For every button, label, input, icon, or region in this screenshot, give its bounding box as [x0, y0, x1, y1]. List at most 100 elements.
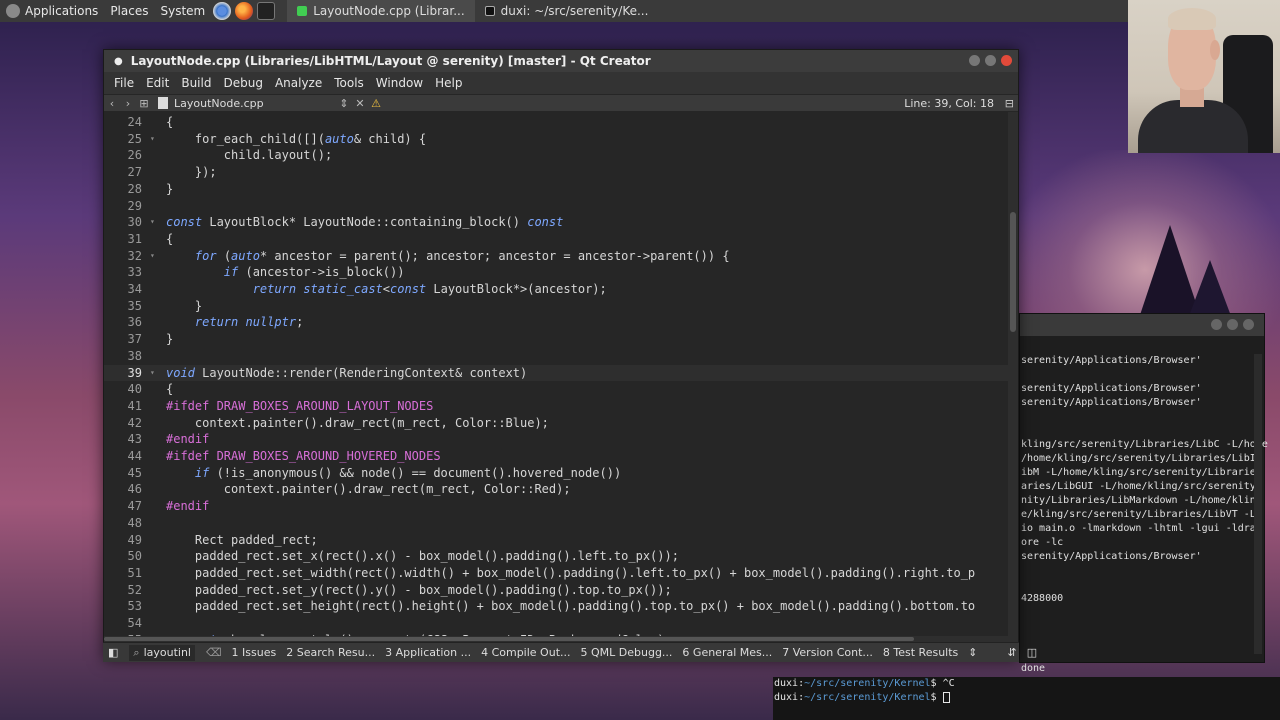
tab-version-control[interactable]: 7 Version Cont...	[777, 646, 878, 659]
editor-toolbar: ‹ › ⊞ LayoutNode.cpp ⇕ ✕ ⚠ Line: 39, Col…	[104, 94, 1018, 112]
cursor-position[interactable]: Line: 39, Col: 18	[904, 97, 994, 110]
menu-build[interactable]: Build	[175, 76, 217, 90]
tab-issues[interactable]: 1 Issues	[227, 646, 282, 659]
code-line[interactable]: 40 {	[104, 381, 1018, 398]
maximize-icon[interactable]	[985, 55, 996, 66]
code-line[interactable]: 46 context.painter().draw_rect(m_rect, C…	[104, 481, 1018, 498]
close-icon[interactable]	[1001, 55, 1012, 66]
code-line[interactable]: 52 padded_rect.set_y(rect().y() - box_mo…	[104, 582, 1018, 599]
close-file-icon[interactable]: ✕	[352, 97, 368, 110]
forward-icon[interactable]: ›	[120, 97, 136, 110]
code-text: {	[166, 115, 174, 129]
terminal-line: 4288000	[1021, 593, 1064, 604]
firefox-launcher-icon[interactable]	[235, 2, 254, 20]
chromium-launcher-icon[interactable]	[213, 2, 232, 20]
code-line[interactable]: 51 padded_rect.set_width(rect().width() …	[104, 565, 1018, 582]
tab-qml-debugger[interactable]: 5 QML Debugg...	[576, 646, 678, 659]
split-editor-icon[interactable]: ⊟	[1005, 97, 1014, 110]
code-line[interactable]: 41 #ifdef DRAW_BOXES_AROUND_LAYOUT_NODES	[104, 398, 1018, 415]
qt-creator-window[interactable]: ● LayoutNode.cpp (Libraries/LibHTML/Layo…	[103, 49, 1019, 661]
maximize-pane-icon[interactable]: ⇵	[1002, 646, 1021, 659]
code-line[interactable]: 30 ▾ const LayoutBlock* LayoutNode::contai…	[104, 214, 1018, 231]
close-pane-icon[interactable]: ◫	[1022, 646, 1042, 659]
more-tabs-icon[interactable]: ⇕	[963, 646, 982, 659]
fold-marker-icon[interactable]: ▾	[150, 131, 155, 148]
warning-icon[interactable]: ⚠	[368, 97, 384, 110]
code-line[interactable]: 31 {	[104, 231, 1018, 248]
code-line[interactable]: 48	[104, 515, 1018, 532]
menu-file[interactable]: File	[108, 76, 140, 90]
close-icon[interactable]	[1243, 319, 1254, 330]
fold-marker-icon[interactable]: ▾	[150, 214, 155, 231]
terminal-scrollbar[interactable]	[1254, 354, 1262, 654]
fold-marker-icon[interactable]: ▾	[150, 248, 155, 265]
terminal-window[interactable]: serenity/Applications/Browser' serenity/A…	[1019, 313, 1268, 702]
clear-icon[interactable]: ⌫	[201, 646, 227, 659]
code-line[interactable]: 47 #endif	[104, 498, 1018, 515]
locator-input[interactable]: ⌕ layoutinl	[129, 644, 195, 661]
places-menu[interactable]: Places	[104, 0, 154, 22]
menu-debug[interactable]: Debug	[217, 76, 268, 90]
code-line[interactable]: 53 padded_rect.set_height(rect().height(…	[104, 598, 1018, 615]
code-text: #endif	[166, 499, 210, 514]
menu-edit[interactable]: Edit	[140, 76, 175, 90]
line-number: 24	[127, 115, 142, 129]
code-line[interactable]: 32 ▾ for (auto* ancestor = parent(); ance…	[104, 248, 1018, 265]
terminal-prompt-area[interactable]: duxi:~/src/serenity/Kernel$ ^C duxi:~/sr…	[773, 677, 1280, 720]
prompt-line: duxi:~/src/serenity/Kernel$	[774, 691, 1280, 705]
code-text: }	[166, 332, 174, 347]
code-line[interactable]: 33 if (ancestor->is_block())	[104, 264, 1018, 281]
toggle-sidebar-icon[interactable]: ◧	[103, 646, 123, 659]
tab-compile-output[interactable]: 4 Compile Out...	[476, 646, 575, 659]
tab-search-results[interactable]: 2 Search Resu...	[281, 646, 380, 659]
code-line[interactable]: 34 return static_cast<const LayoutBlock*…	[104, 281, 1018, 298]
code-line[interactable]: 43 #endif	[104, 431, 1018, 448]
code-line[interactable]: 26 child.layout();	[104, 147, 1018, 164]
editor-vertical-scrollbar[interactable]	[1008, 112, 1018, 636]
tab-general-messages[interactable]: 6 General Mes...	[677, 646, 777, 659]
minimize-icon[interactable]	[1211, 319, 1222, 330]
terminal-launcher-icon[interactable]	[257, 2, 276, 20]
open-file-name[interactable]: LayoutNode.cpp	[174, 97, 336, 110]
code-line[interactable]: 44 #ifdef DRAW_BOXES_AROUND_HOVERED_NODES	[104, 448, 1018, 465]
maximize-icon[interactable]	[1227, 319, 1238, 330]
applications-menu[interactable]: Applications	[0, 0, 104, 22]
menu-tools[interactable]: Tools	[328, 76, 370, 90]
tab-application-output[interactable]: 3 Application ...	[380, 646, 476, 659]
code-line[interactable]: 25 ▾ for_each_child([](auto& child) {	[104, 131, 1018, 148]
code-line[interactable]: 29	[104, 198, 1018, 215]
terminal-titlebar[interactable]	[1020, 314, 1264, 336]
code-line[interactable]: 36 return nullptr;	[104, 314, 1018, 331]
code-line[interactable]: 39 ▾ void LayoutNode::render(RenderingCont…	[104, 364, 1018, 382]
lock-icon[interactable]: ⊞	[136, 97, 152, 110]
code-line[interactable]: 28}	[104, 181, 1018, 198]
code-line[interactable]: 38	[104, 348, 1018, 365]
tab-test-results[interactable]: 8 Test Results	[878, 646, 963, 659]
window-titlebar[interactable]: ● LayoutNode.cpp (Libraries/LibHTML/Layo…	[104, 50, 1018, 72]
code-line[interactable]: 42 context.painter().draw_rect(m_rect, C…	[104, 415, 1018, 432]
code-line[interactable]: 45 if (!is_anonymous() && node() == docu…	[104, 465, 1018, 482]
code-text: const LayoutBlock* LayoutNode::containin…	[166, 215, 564, 230]
code-line[interactable]: 54	[104, 615, 1018, 632]
code-line[interactable]: 50 padded_rect.set_x(rect().x() - box_mo…	[104, 548, 1018, 565]
file-dropdown-icon[interactable]: ⇕	[336, 97, 352, 110]
scrollbar-thumb[interactable]	[104, 637, 914, 641]
code-editor[interactable]: 24{25 ▾ for_each_child([](auto& child) {2…	[104, 112, 1018, 636]
menu-help[interactable]: Help	[429, 76, 468, 90]
back-icon[interactable]: ‹	[104, 97, 120, 110]
line-number: 54	[127, 616, 142, 630]
scrollbar-thumb[interactable]	[1010, 212, 1016, 332]
menu-window[interactable]: Window	[370, 76, 429, 90]
code-line[interactable]: 49 Rect padded_rect;	[104, 532, 1018, 549]
menu-analyze[interactable]: Analyze	[269, 76, 328, 90]
code-line[interactable]: 27 });	[104, 164, 1018, 181]
system-menu[interactable]: System	[154, 0, 211, 22]
fold-marker-icon[interactable]: ▾	[150, 365, 155, 382]
code-line[interactable]: 35 }	[104, 298, 1018, 315]
task-qt-creator[interactable]: LayoutNode.cpp (Librar...	[287, 0, 475, 22]
minimize-icon[interactable]	[969, 55, 980, 66]
code-line[interactable]: 37}	[104, 331, 1018, 348]
task-terminal-label: duxi: ~/src/serenity/Ke...	[500, 4, 649, 18]
task-terminal[interactable]: duxi: ~/src/serenity/Ke...	[475, 0, 659, 22]
code-line[interactable]: 24 {	[104, 114, 1018, 131]
